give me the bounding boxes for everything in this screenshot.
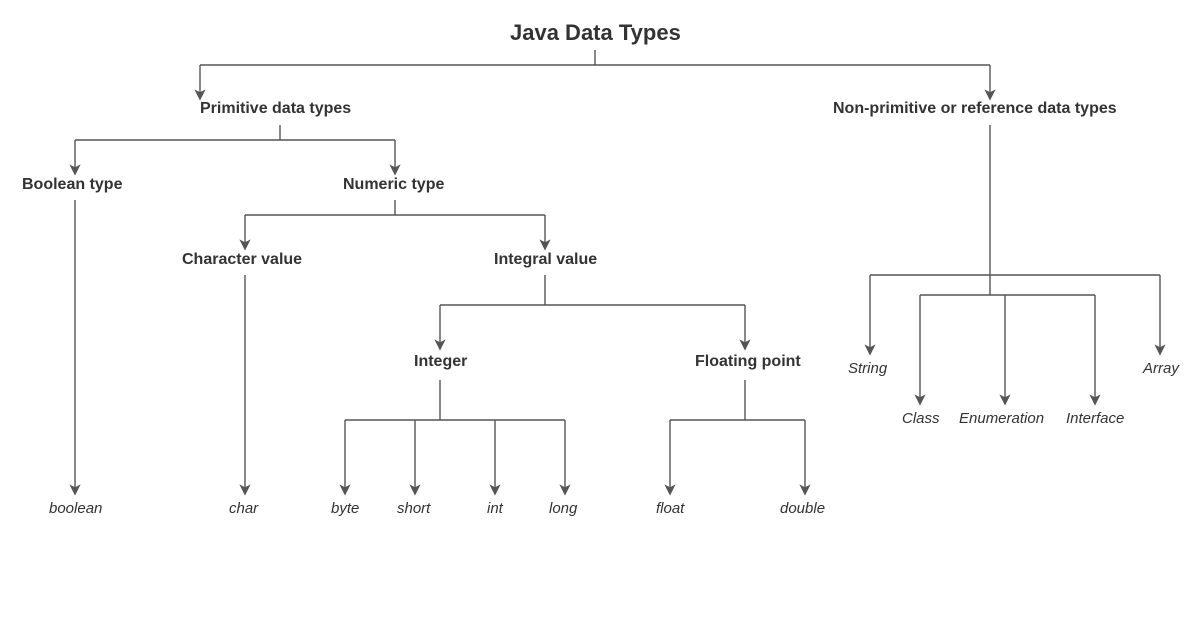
node-integer: Integer: [414, 353, 467, 371]
node-integral-value: Integral value: [494, 251, 597, 269]
node-boolean-type: Boolean type: [22, 176, 122, 194]
leaf-char: char: [229, 500, 258, 517]
diagram-canvas: Java Data Types Primitive data types Non…: [0, 0, 1200, 623]
leaf-class: Class: [902, 410, 940, 427]
node-character-value: Character value: [182, 251, 302, 269]
leaf-byte: byte: [331, 500, 359, 517]
leaf-array: Array: [1143, 360, 1179, 377]
node-nonprimitive: Non-primitive or reference data types: [833, 100, 1117, 118]
leaf-double: double: [780, 500, 825, 517]
leaf-float: float: [656, 500, 684, 517]
leaf-string: String: [848, 360, 887, 377]
title: Java Data Types: [510, 20, 681, 46]
node-floating-point: Floating point: [695, 353, 801, 371]
leaf-interface: Interface: [1066, 410, 1124, 427]
leaf-enumeration: Enumeration: [959, 410, 1044, 427]
leaf-int: int: [487, 500, 503, 517]
leaf-long: long: [549, 500, 577, 517]
diagram-lines: [0, 0, 1200, 623]
node-primitive: Primitive data types: [200, 100, 351, 118]
leaf-boolean: boolean: [49, 500, 102, 517]
node-numeric-type: Numeric type: [343, 176, 444, 194]
leaf-short: short: [397, 500, 430, 517]
